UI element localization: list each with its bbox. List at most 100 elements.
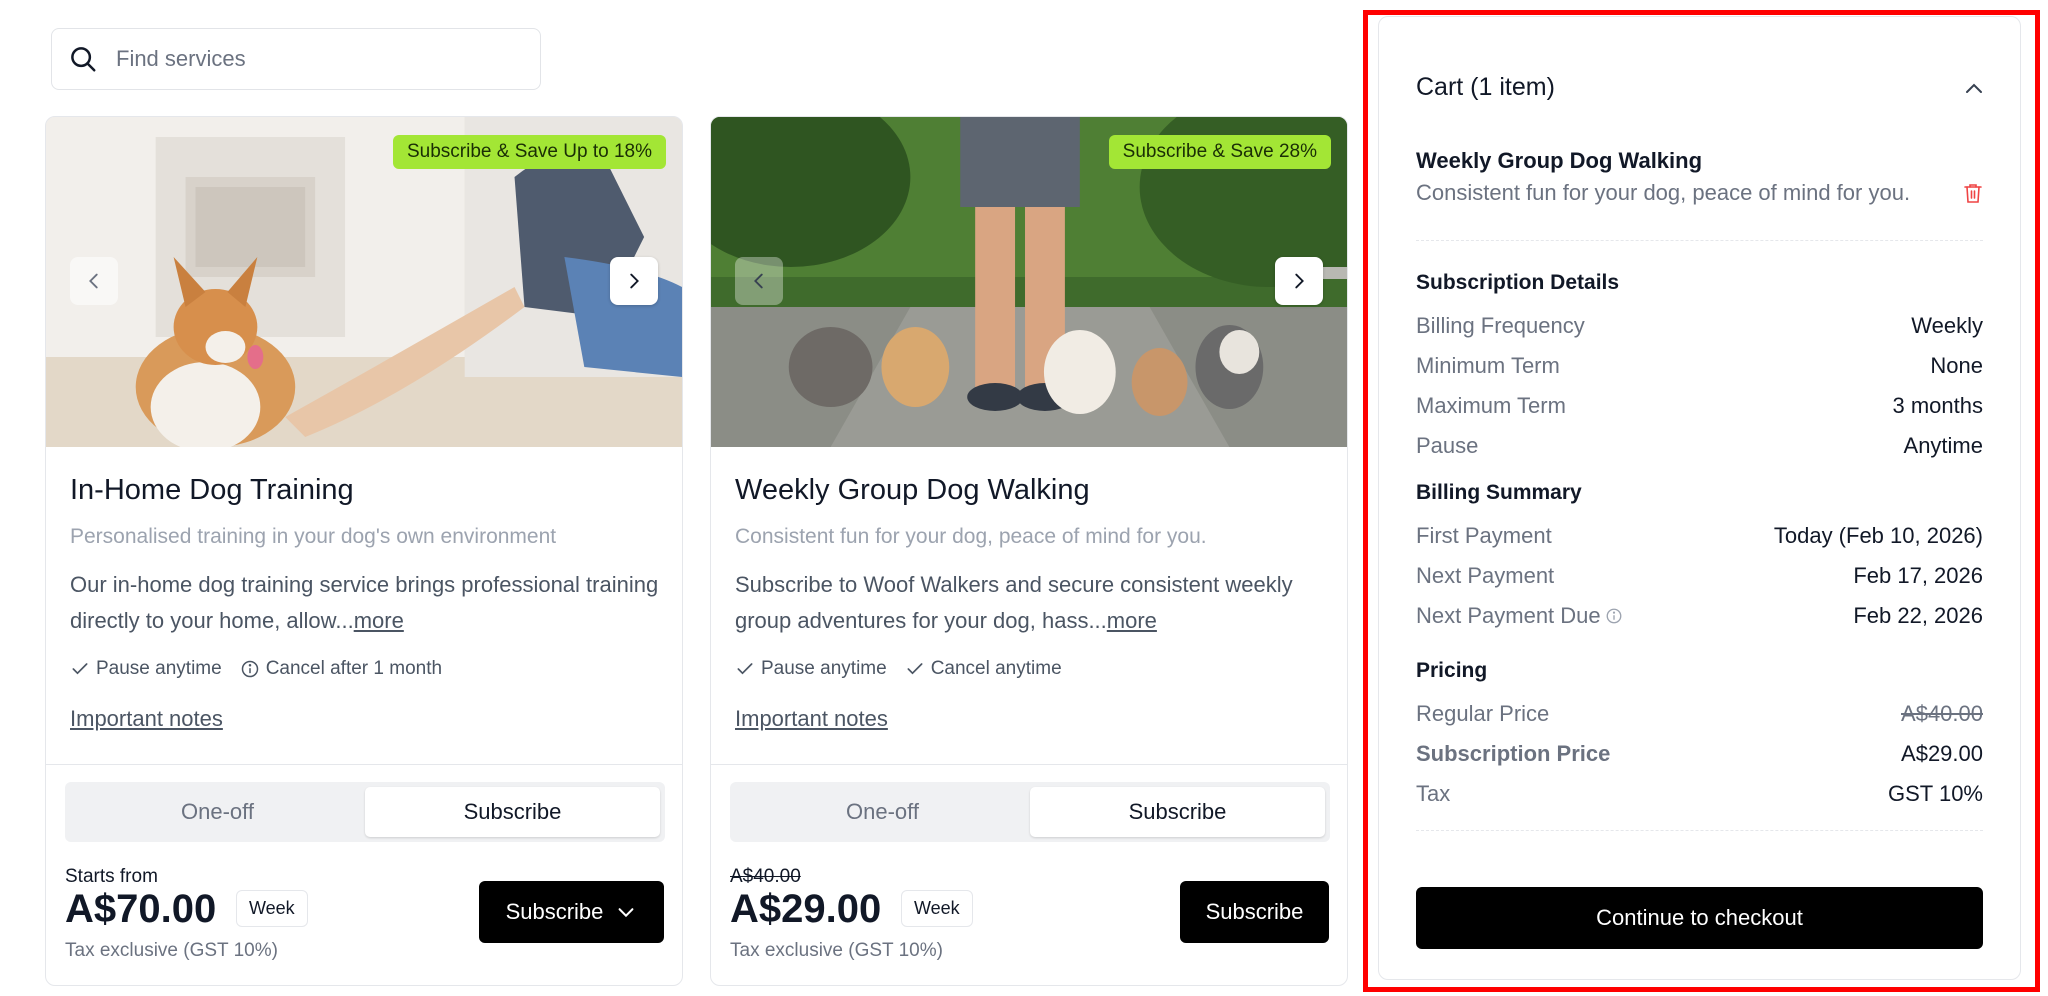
subscribe-dropdown-button[interactable]: Subscribe xyxy=(479,881,664,943)
pricing-row-subscription-price: Subscription Price A$29.00 xyxy=(1416,741,1983,767)
service-title: In-Home Dog Training xyxy=(70,474,354,506)
subscribe-label: Subscribe xyxy=(505,899,604,924)
search-icon xyxy=(71,47,96,72)
search-input[interactable] xyxy=(116,46,516,72)
row-label: Maximum Term xyxy=(1416,393,1566,418)
divider xyxy=(711,764,1347,765)
check-icon xyxy=(72,663,88,675)
chevron-right-icon xyxy=(630,273,639,289)
subscribe-button[interactable]: Subscribe xyxy=(1180,881,1329,943)
cart-item-description: Consistent fun for your dog, peace of mi… xyxy=(1416,180,1911,205)
feature-label: Pause anytime xyxy=(96,658,222,679)
cart-title: Cart (1 item) xyxy=(1416,73,1555,101)
pricing-row-regular-price: Regular Price A$40.00 xyxy=(1416,701,1983,727)
row-value: Anytime xyxy=(1903,433,1983,458)
billing-row-next-payment: Next Payment Feb 17, 2026 xyxy=(1416,563,1983,589)
feature-list: Pause anytime Cancel after 1 month xyxy=(70,658,442,680)
feature-label: Cancel anytime xyxy=(930,658,1062,679)
feature-label: Pause anytime xyxy=(761,658,887,679)
savings-badge: Subscribe & Save 28% xyxy=(1108,135,1331,169)
row-label: Pause xyxy=(1416,433,1479,458)
feature-label: Cancel after 1 month xyxy=(265,658,443,679)
carousel-next-button[interactable] xyxy=(1275,257,1323,305)
trash-icon[interactable] xyxy=(1963,182,1983,204)
row-value: Feb 17, 2026 xyxy=(1853,563,1983,588)
more-link[interactable]: more xyxy=(1107,608,1157,633)
row-label: Subscription Price xyxy=(1416,741,1611,766)
carousel-next-button[interactable] xyxy=(610,257,658,305)
pricing-heading: Pricing xyxy=(1416,659,1488,682)
one-off-tab[interactable]: One-off xyxy=(70,787,365,837)
original-price: A$40.00 xyxy=(730,866,801,887)
tax-note: Tax exclusive (GST 10%) xyxy=(65,940,278,961)
search-box[interactable] xyxy=(51,28,541,90)
row-label: Regular Price xyxy=(1416,701,1550,726)
row-label: Tax xyxy=(1416,781,1451,806)
chevron-down-icon xyxy=(618,908,634,918)
price: A$29.00 xyxy=(730,887,882,931)
chevron-up-icon[interactable] xyxy=(1962,77,1986,101)
period-badge: Week xyxy=(901,890,973,927)
row-label: Next Payment Due xyxy=(1416,603,1623,629)
billing-row-first-payment: First Payment Today (Feb 10, 2026) xyxy=(1416,523,1983,549)
important-notes-link[interactable]: Important notes xyxy=(70,706,223,732)
continue-to-checkout-button[interactable]: Continue to checkout xyxy=(1416,887,1983,949)
price: A$70.00 xyxy=(65,887,217,931)
chevron-right-icon xyxy=(1295,273,1304,289)
divider xyxy=(1416,240,1983,241)
divider xyxy=(1416,830,1983,831)
info-icon[interactable] xyxy=(1605,607,1623,625)
service-image: Subscribe & Save Up to 18% xyxy=(46,117,682,447)
check-icon xyxy=(907,663,923,675)
service-subtitle: Consistent fun for your dog, peace of mi… xyxy=(735,525,1207,548)
row-value: Today (Feb 10, 2026) xyxy=(1773,523,1983,548)
subscribe-tab[interactable]: Subscribe xyxy=(1030,787,1325,837)
service-card-dog-training: Subscribe & Save Up to 18% In-Home Dog T… xyxy=(45,116,683,986)
purchase-type-toggle: One-off Subscribe xyxy=(65,782,665,842)
service-title: Weekly Group Dog Walking xyxy=(735,474,1090,506)
info-icon xyxy=(241,660,258,678)
divider xyxy=(46,764,682,765)
chevron-left-icon xyxy=(754,273,763,289)
tax-note: Tax exclusive (GST 10%) xyxy=(730,940,943,961)
service-description: Our in-home dog training service brings … xyxy=(70,567,660,639)
row-value: Feb 22, 2026 xyxy=(1853,603,1983,628)
purchase-type-toggle: One-off Subscribe xyxy=(730,782,1330,842)
subscribe-tab[interactable]: Subscribe xyxy=(365,787,660,837)
subscribe-label: Subscribe xyxy=(1205,899,1304,924)
description-text: Subscribe to Woof Walkers and secure con… xyxy=(735,572,1293,633)
row-value: GST 10% xyxy=(1888,781,1983,806)
row-label: Next Payment xyxy=(1416,563,1555,588)
pricing-row-tax: Tax GST 10% xyxy=(1416,781,1983,807)
cart-panel: Cart (1 item) Weekly Group Dog Walking C… xyxy=(1378,16,2021,980)
detail-row-maximum-term: Maximum Term 3 months xyxy=(1416,393,1983,419)
row-value: None xyxy=(1930,353,1983,378)
row-value: A$40.00 xyxy=(1901,701,1983,726)
row-label: Minimum Term xyxy=(1416,353,1560,378)
row-value: 3 months xyxy=(1892,393,1984,418)
carousel-prev-button[interactable] xyxy=(735,257,783,305)
carousel-prev-button[interactable] xyxy=(70,257,118,305)
period-badge: Week xyxy=(236,890,308,927)
feature-item: Pause anytime xyxy=(70,658,222,680)
more-link[interactable]: more xyxy=(354,608,404,633)
detail-row-billing-frequency: Billing Frequency Weekly xyxy=(1416,313,1983,339)
detail-row-minimum-term: Minimum Term None xyxy=(1416,353,1983,379)
service-image: Subscribe & Save 28% xyxy=(711,117,1347,447)
billing-row-next-payment-due: Next Payment Due Feb 22, 2026 xyxy=(1416,603,1983,629)
service-subtitle: Personalised training in your dog's own … xyxy=(70,525,557,548)
detail-row-pause: Pause Anytime xyxy=(1416,433,1983,459)
chevron-left-icon xyxy=(89,273,98,289)
service-description: Subscribe to Woof Walkers and secure con… xyxy=(735,567,1325,639)
row-value: Weekly xyxy=(1911,313,1983,338)
one-off-tab[interactable]: One-off xyxy=(735,787,1030,837)
feature-list: Pause anytime Cancel anytime xyxy=(735,658,1062,680)
row-label-text: Next Payment Due xyxy=(1416,603,1601,628)
row-label: Billing Frequency xyxy=(1416,313,1585,338)
row-value: A$29.00 xyxy=(1901,741,1983,766)
important-notes-link[interactable]: Important notes xyxy=(735,706,888,732)
feature-item: Pause anytime xyxy=(735,658,887,680)
savings-badge: Subscribe & Save Up to 18% xyxy=(392,135,666,169)
service-card-dog-walking: Subscribe & Save 28% Weekly Group Dog Wa… xyxy=(710,116,1348,986)
feature-item: Cancel anytime xyxy=(905,658,1062,680)
